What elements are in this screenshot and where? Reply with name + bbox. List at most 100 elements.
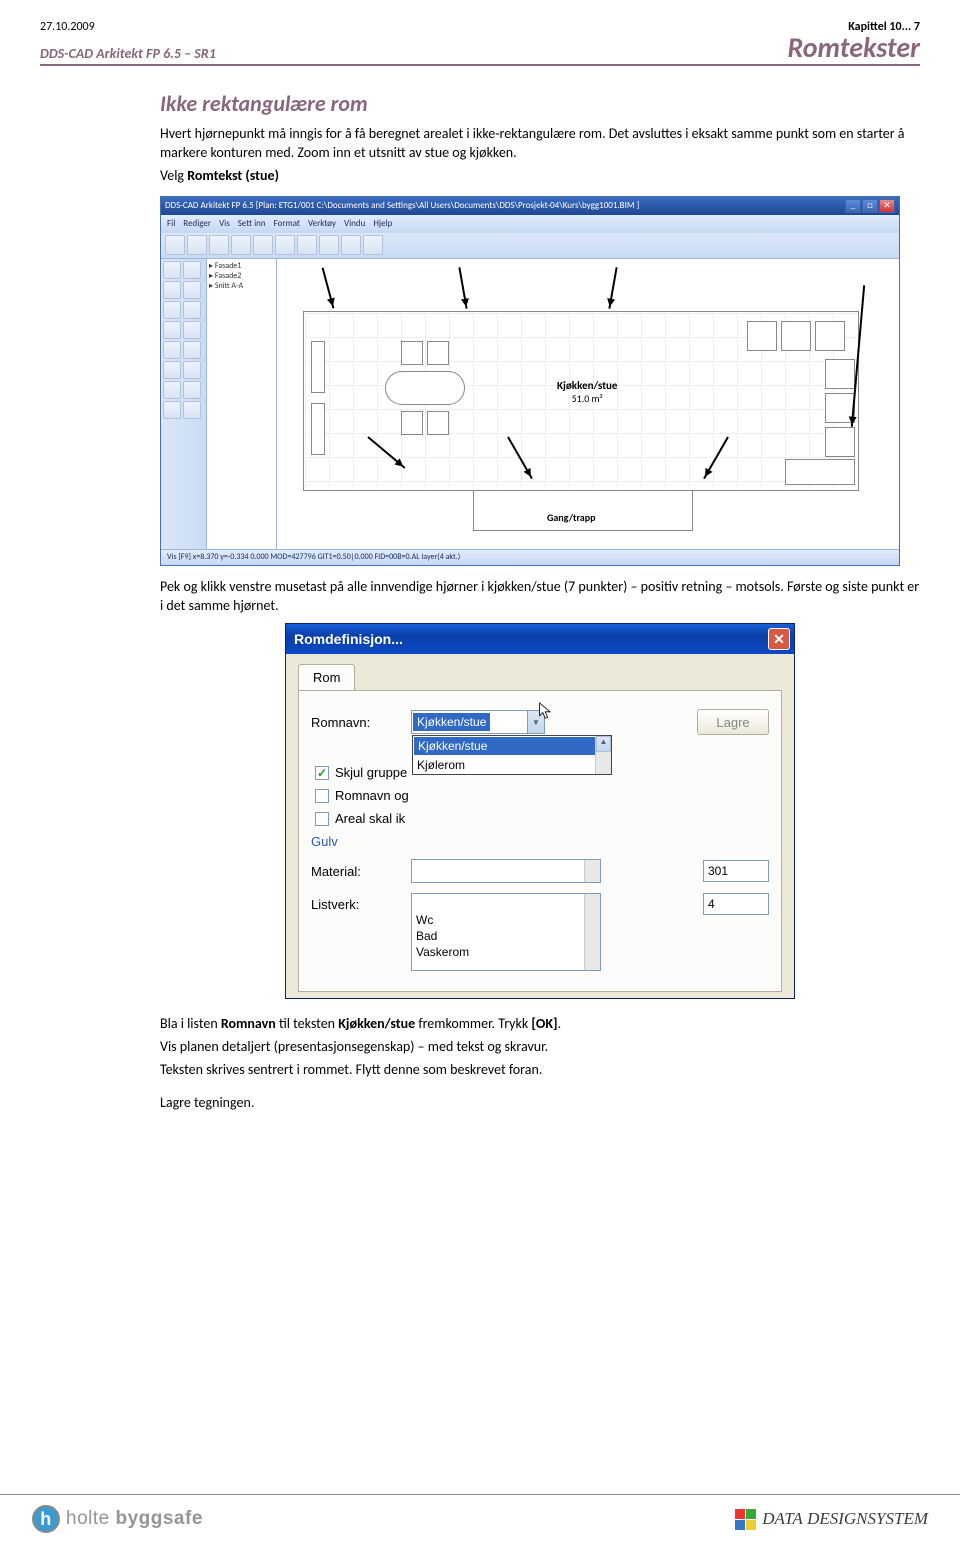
room-label-kjokken: Kjøkken/stue 51.0 m² (557, 379, 617, 405)
tool-button[interactable] (183, 361, 201, 379)
tool-button[interactable] (183, 281, 201, 299)
tool-button[interactable] (163, 301, 181, 319)
tool-button[interactable] (163, 341, 181, 359)
after-line1: Bla i listen Romnavn til teksten Kjøkken… (160, 1015, 920, 1034)
tool-button[interactable] (183, 261, 201, 279)
toolbar-button[interactable] (209, 235, 229, 255)
toolbar-button[interactable] (319, 235, 339, 255)
tree-item[interactable]: ▸ Fasade2 (209, 271, 274, 281)
fp-statusbar: Vis [F9] x=8.370 y=-0.334 0.000 MOD=4277… (161, 549, 899, 565)
list-item[interactable]: Vaskerom (412, 944, 600, 960)
tool-button[interactable] (183, 321, 201, 339)
dropdown-item[interactable]: Kjølerom (413, 756, 611, 774)
scrollbar[interactable] (584, 860, 600, 882)
dropdown-item[interactable]: Kjøkken/stue (414, 737, 610, 755)
after-line2: Vis planen detaljert (presentasjonsegens… (160, 1038, 920, 1057)
mid-paragraph: Pek og klikk venstre musetast på alle in… (160, 578, 920, 616)
menu-settinn[interactable]: Sett inn (238, 218, 266, 229)
romnavn-label: Romnavn: (311, 715, 401, 730)
dlg-close-button[interactable]: ✕ (768, 628, 790, 650)
tool-button[interactable] (183, 301, 201, 319)
romnavn-dropdown[interactable]: Kjøkken/stue Kjølerom ▲ (412, 735, 612, 775)
furniture (401, 411, 423, 435)
listverk-listbox[interactable]: Wc Bad Vaskerom (411, 893, 601, 971)
tool-button[interactable] (163, 401, 181, 419)
room-label-gang: Gang/trapp (547, 511, 595, 524)
page-footer: h holte byggsafe DATA DESIGNSYSTEM (0, 1494, 960, 1551)
material-listbox[interactable] (411, 859, 601, 883)
tool-button[interactable] (163, 281, 181, 299)
menu-format[interactable]: Format (274, 218, 300, 229)
txt: . (558, 1015, 562, 1032)
footer-r5: YSTEM (876, 1509, 928, 1528)
section-p1: Hvert hjørnepunkt må inngis for å få ber… (160, 125, 920, 163)
txt-bold: Kjøkken/stue (338, 1015, 415, 1032)
toolbar-button[interactable] (275, 235, 295, 255)
fp-tree-panel: ▸ Fasade1 ▸ Fasade2 ▸ Snitt A-A (207, 259, 277, 549)
tool-button[interactable] (163, 381, 181, 399)
menu-hjelp[interactable]: Hjelp (373, 218, 392, 229)
romnavn-combo[interactable]: Kjøkken/stue ▼ Kjøkken/stue Kjølerom (411, 710, 545, 734)
close-button[interactable]: ✕ (879, 199, 895, 213)
logo-circle-icon: h (32, 1505, 60, 1533)
fp-toolbar (161, 233, 899, 259)
romnavn-value: Kjøkken/stue (413, 713, 490, 731)
tool-button[interactable] (183, 401, 201, 419)
menu-verktoy[interactable]: Verktøy (308, 218, 336, 229)
checkbox-icon[interactable]: ✓ (315, 766, 329, 780)
toolbar-button[interactable] (253, 235, 273, 255)
tool-button[interactable] (183, 381, 201, 399)
dlg-tab-rom[interactable]: Rom (298, 664, 355, 690)
tool-button[interactable] (163, 321, 181, 339)
chevron-down-icon[interactable]: ▼ (527, 711, 544, 733)
minimize-button[interactable]: _ (845, 199, 861, 213)
scroll-up-icon[interactable]: ▲ (596, 736, 611, 752)
fp-canvas[interactable]: Kjøkken/stue 51.0 m² Gang/trapp (277, 259, 899, 549)
room-name: Gang/trapp (547, 511, 595, 524)
material-label: Material: (311, 864, 401, 879)
section-title: Ikke rektangulære rom (160, 90, 920, 117)
scrollbar[interactable] (584, 894, 600, 970)
status-text: Vis [F9] x=8.370 y=-0.334 0.000 MOD=4277… (167, 552, 460, 562)
chk-romnavn-og[interactable]: Romnavn og (315, 788, 769, 803)
tree-item[interactable]: ▸ Fasade1 (209, 261, 274, 271)
footer-r4: S (868, 1509, 877, 1528)
furniture (401, 341, 423, 365)
scrollbar[interactable]: ▲ (595, 736, 611, 774)
txt-bold: [OK] (531, 1015, 557, 1032)
chk-areal-skal[interactable]: Areal skal ik (315, 811, 769, 826)
material-input[interactable]: 301 (703, 860, 769, 882)
toolbar-button[interactable] (231, 235, 251, 255)
dialog-screenshot: Romdefinisjon... ✕ Rom Romnavn: Kjøkken/… (285, 623, 795, 999)
checkbox-icon[interactable] (315, 812, 329, 826)
logo-holte-byggsafe: h holte byggsafe (32, 1505, 203, 1533)
lagre-button[interactable]: Lagre (697, 709, 769, 735)
menu-vis[interactable]: Vis (219, 218, 230, 229)
maximize-button[interactable]: □ (862, 199, 878, 213)
txt-bold: Romnavn (221, 1015, 276, 1032)
toolbar-button[interactable] (165, 235, 185, 255)
header-title: Romtekster (787, 34, 920, 62)
floorplan-screenshot: DDS-CAD Arkitekt FP 6.5 [Plan: ETG1/001 … (160, 196, 900, 566)
footer-r1b: ATA (774, 1509, 802, 1528)
list-item[interactable]: Bad (412, 928, 600, 944)
toolbar-button[interactable] (341, 235, 361, 255)
menu-vindu[interactable]: Vindu (344, 218, 365, 229)
listverk-input[interactable]: 4 (703, 893, 769, 915)
toolbar-button[interactable] (187, 235, 207, 255)
tree-item[interactable]: ▸ Snitt A-A (209, 281, 274, 291)
listverk-label: Listverk: (311, 893, 401, 912)
toolbar-button[interactable] (297, 235, 317, 255)
header-product: DDS-CAD Arkitekt FP 6.5 – SR1 (40, 45, 216, 62)
annotation-arrow (322, 267, 335, 308)
tool-button[interactable] (183, 341, 201, 359)
menu-fil[interactable]: Fil (167, 218, 175, 229)
tool-button[interactable] (163, 261, 181, 279)
toolbar-button[interactable] (363, 235, 383, 255)
checkbox-icon[interactable] (315, 789, 329, 803)
tool-button[interactable] (163, 361, 181, 379)
list-item[interactable]: Wc (412, 912, 600, 928)
menu-rediger[interactable]: Rediger (183, 218, 211, 229)
chk-label: Skjul gruppe (335, 765, 407, 780)
gulv-group-label: Gulv (311, 834, 769, 849)
